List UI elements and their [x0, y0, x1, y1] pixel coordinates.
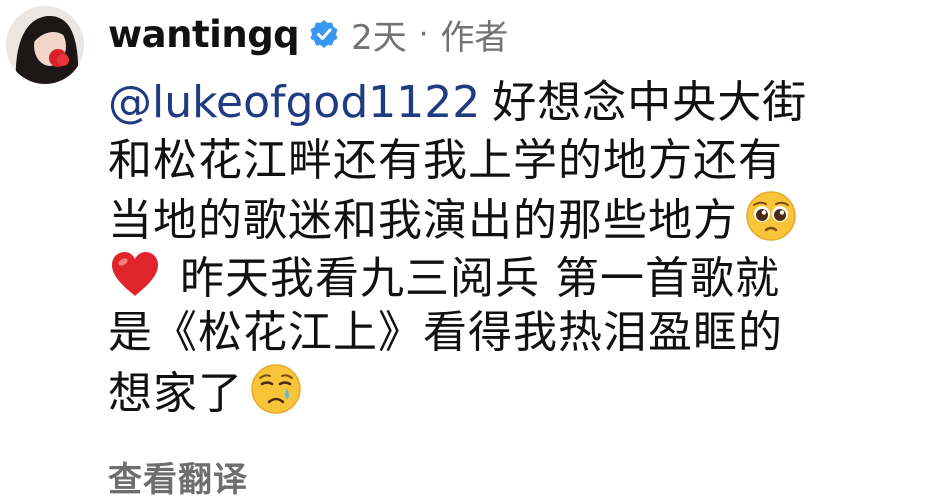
comment-text: 昨天我看九三阅兵 第一首歌就 — [180, 252, 780, 304]
comment-text: 和松花江畔还有我上学的地方还有 — [108, 134, 783, 186]
crying-face-emoji-icon — [251, 363, 301, 414]
username[interactable]: wantingq — [108, 13, 300, 56]
comment-line-1: @lukeofgod1122 好想念中央大街 — [108, 74, 928, 132]
comment-text: 当地的歌迷和我演出的那些地方 — [108, 195, 738, 246]
comment: wantingq 2天 · 作者 @lukeofgod1122 好想念中央大街 和… — [0, 0, 941, 500]
comment-text: 好想念中央大街 — [492, 77, 808, 128]
comment-line-6: 想家了 — [108, 362, 928, 420]
comment-line-4: 昨天我看九三阅兵 第一首歌就 — [108, 247, 928, 305]
comment-text: 想家了 — [108, 367, 243, 419]
comment-body: @lukeofgod1122 好想念中央大街 和松花江畔还有我上学的地方还有 当地… — [108, 74, 928, 419]
verified-badge-icon — [309, 19, 339, 49]
comment-meta: 2天 · 作者 — [351, 10, 508, 59]
comment-text: 是《松花江上》看得我热泪盈眶的 — [108, 307, 783, 358]
red-heart-emoji-icon — [112, 251, 158, 296]
avatar[interactable] — [6, 6, 84, 84]
meta-separator: · — [418, 16, 429, 52]
author-badge: 作者 — [440, 17, 509, 58]
mention-link[interactable]: @lukeofgod1122 — [108, 77, 480, 128]
comment-line-2: 和松花江畔还有我上学的地方还有 — [108, 132, 928, 190]
comment-line-5: 是《松花江上》看得我热泪盈眶的 — [108, 304, 928, 362]
pleading-face-emoji-icon — [746, 191, 796, 241]
timestamp: 2天 — [351, 17, 407, 58]
avatar-image — [6, 6, 84, 84]
comment-header: wantingq 2天 · 作者 — [108, 8, 508, 60]
comment-line-3: 当地的歌迷和我演出的那些地方 — [108, 189, 928, 247]
see-translation-link[interactable]: 查看翻译 — [108, 452, 248, 501]
